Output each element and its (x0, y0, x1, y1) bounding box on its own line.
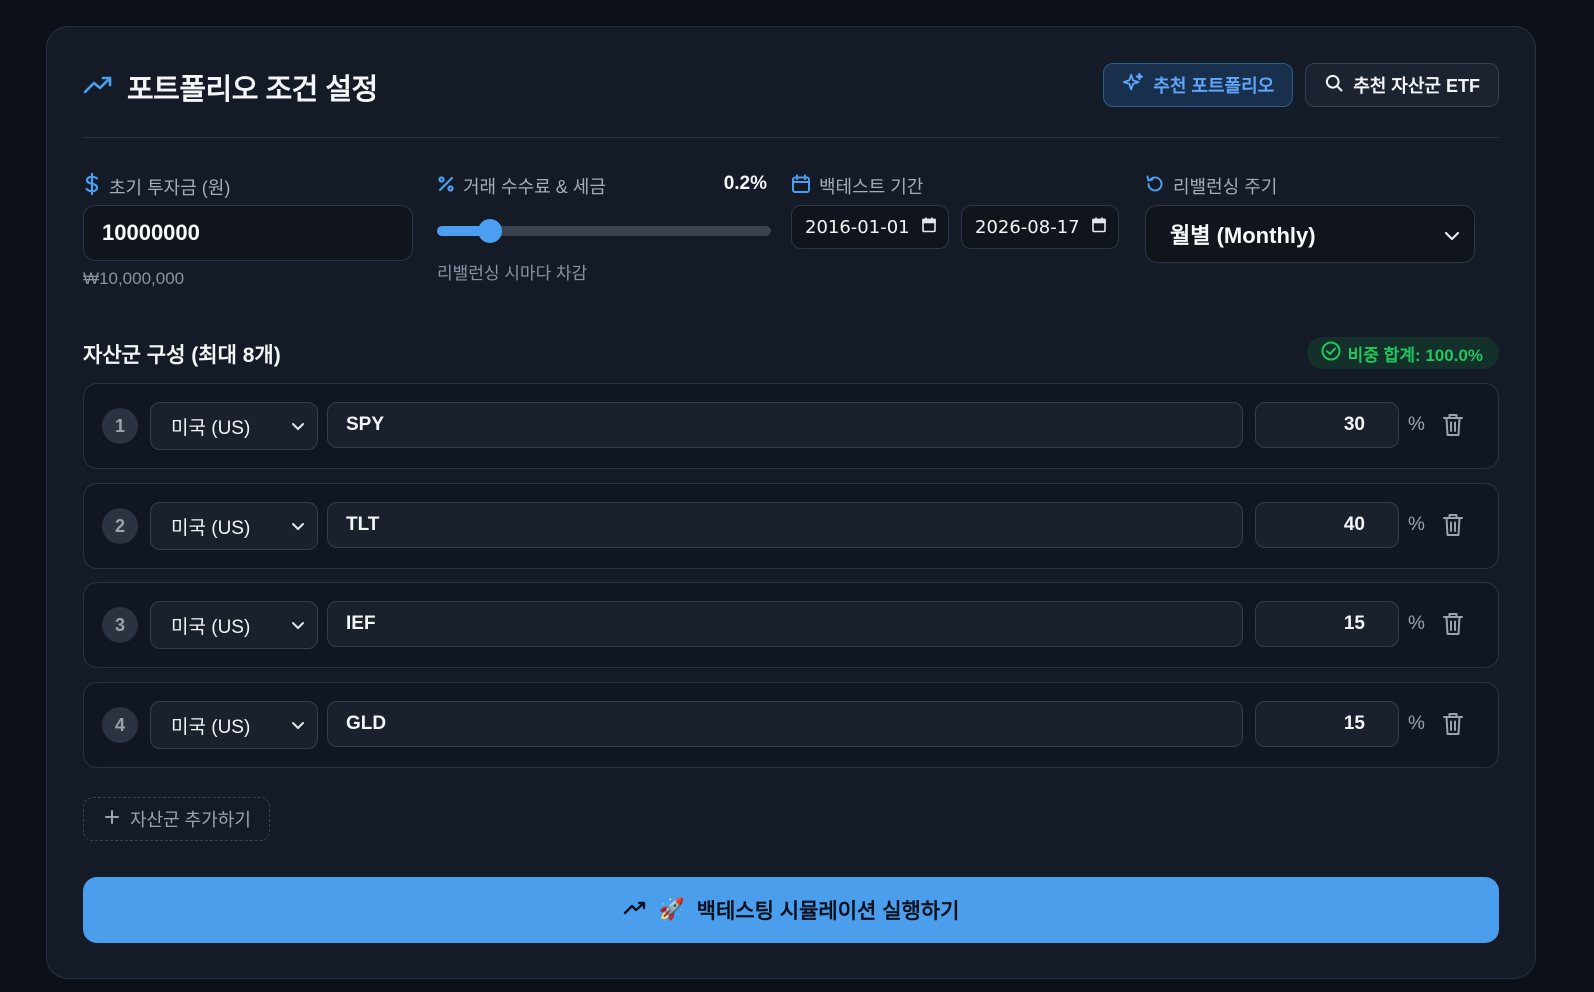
market-select[interactable]: 미국 (US) (150, 701, 318, 749)
trending-up-icon (83, 75, 113, 100)
weight-input[interactable]: 30 (1255, 402, 1399, 448)
trash-icon[interactable] (1442, 611, 1464, 642)
initial-investment-input[interactable]: 10000000 (83, 205, 413, 261)
weight-value: 15 (1343, 613, 1365, 634)
market-selected: 미국 (US) (171, 517, 251, 539)
asset-section-title: 자산군 구성 (최대 8개) (83, 344, 281, 367)
fee-label: 거래 수수료 & 세금 (437, 173, 606, 199)
backtest-period-label-text: 백테스트 기간 (819, 177, 924, 197)
start-date-input[interactable]: 2016-01-01 (791, 205, 949, 249)
fee-note: 리밸런싱 시마다 차감 (437, 264, 588, 283)
asset-index: 1 (102, 408, 138, 444)
weight-input[interactable]: 15 (1255, 601, 1399, 647)
asset-index: 3 (102, 607, 138, 643)
initial-investment-label-text: 초기 투자금 (원) (109, 177, 231, 198)
rebalancing-select[interactable]: 월별 (Monthly) (1145, 205, 1475, 263)
market-select[interactable]: 미국 (US) (150, 502, 318, 550)
run-backtest-button[interactable]: 🚀 백테스팅 시뮬레이션 실행하기 (83, 877, 1499, 943)
plus-icon (104, 809, 120, 830)
percent-sign: % (1408, 414, 1425, 435)
weight-sum-text: 비중 합계: 100.0% (1347, 345, 1483, 365)
asset-row: 1 미국 (US) SPY 30% (83, 383, 1499, 469)
rotate-icon (1145, 174, 1165, 199)
trash-icon[interactable] (1442, 412, 1464, 443)
ticker-input[interactable]: IEF (327, 601, 1243, 647)
market-select[interactable]: 미국 (US) (150, 402, 318, 450)
trash-icon[interactable] (1442, 711, 1464, 742)
weight-value: 40 (1343, 514, 1365, 535)
check-circle-icon (1321, 341, 1341, 366)
asset-row: 4 미국 (US) GLD 15% (83, 682, 1499, 768)
recommend-etf-button[interactable]: 추천 자산군 ETF (1305, 63, 1499, 107)
card-header: 포트폴리오 조건 설정 추천 포트폴리오 추천 자산군 ETF (83, 63, 1499, 123)
calendar-picker-icon[interactable] (922, 217, 936, 238)
search-icon (1324, 73, 1344, 98)
rebalancing-label: 리밸런싱 주기 (1145, 173, 1277, 199)
header-divider (83, 137, 1499, 138)
asset-row: 3 미국 (US) IEF 15% (83, 582, 1499, 668)
run-backtest-label: 백테스팅 시뮬레이션 실행하기 (696, 900, 960, 923)
trending-up-icon (623, 898, 647, 922)
rebalancing-label-text: 리밸런싱 주기 (1173, 177, 1278, 197)
recommend-etf-label: 추천 자산군 ETF (1353, 76, 1480, 96)
portfolio-settings-card: 포트폴리오 조건 설정 추천 포트폴리오 추천 자산군 ETF 초기 투자금 (… (46, 26, 1536, 979)
ticker-input[interactable]: SPY (327, 402, 1243, 448)
market-selected: 미국 (US) (171, 716, 251, 738)
market-select[interactable]: 미국 (US) (150, 601, 318, 649)
rebalancing-selected: 월별 (Monthly) (1170, 223, 1316, 248)
fee-slider[interactable] (437, 219, 771, 243)
recommend-portfolio-button[interactable]: 추천 포트폴리오 (1103, 63, 1294, 107)
weight-value: 30 (1343, 414, 1365, 435)
chevron-down-icon (291, 515, 305, 537)
header-actions: 추천 포트폴리오 추천 자산군 ETF (1103, 63, 1499, 107)
asset-row: 2 미국 (US) TLT 40% (83, 483, 1499, 569)
add-asset-button[interactable]: 자산군 추가하기 (83, 797, 270, 841)
chevron-down-icon (1444, 221, 1460, 247)
market-selected: 미국 (US) (171, 616, 251, 638)
trash-icon[interactable] (1442, 512, 1464, 543)
fee-slider-thumb[interactable] (478, 219, 503, 243)
weight-input[interactable]: 15 (1255, 701, 1399, 747)
start-date-value: 2016-01-01 (805, 216, 910, 238)
add-asset-label: 자산군 추가하기 (130, 810, 251, 830)
market-selected: 미국 (US) (171, 417, 251, 439)
percent-sign: % (1408, 713, 1425, 734)
asset-index: 4 (102, 707, 138, 743)
weight-input[interactable]: 40 (1255, 502, 1399, 548)
fee-value: 0.2% (723, 173, 767, 194)
end-date-value: 2026-08-17 (975, 216, 1080, 238)
ticker-input[interactable]: GLD (327, 701, 1243, 747)
ticker-value: TLT (346, 514, 380, 535)
chevron-down-icon (291, 714, 305, 736)
percent-icon (437, 175, 455, 198)
chevron-down-icon (291, 415, 305, 437)
calendar-icon (791, 174, 811, 199)
weight-value: 15 (1343, 713, 1365, 734)
end-date-input[interactable]: 2026-08-17 (961, 205, 1119, 249)
ticker-value: IEF (346, 613, 376, 634)
initial-investment-label: 초기 투자금 (원) (83, 172, 231, 200)
fee-label-text: 거래 수수료 & 세금 (463, 177, 606, 197)
recommend-portfolio-label: 추천 포트폴리오 (1153, 76, 1275, 96)
weight-sum-badge: 비중 합계: 100.0% (1306, 337, 1499, 369)
percent-sign: % (1408, 514, 1425, 535)
calendar-picker-icon[interactable] (1092, 217, 1106, 238)
backtest-period-label: 백테스트 기간 (791, 173, 923, 199)
initial-investment-value: 10000000 (102, 220, 200, 245)
asset-index: 2 (102, 508, 138, 544)
title-group: 포트폴리오 조건 설정 (83, 63, 378, 108)
ticker-value: GLD (346, 713, 387, 734)
dollar-icon (83, 172, 101, 200)
ticker-value: SPY (346, 414, 385, 435)
chevron-down-icon (291, 614, 305, 636)
page-title: 포트폴리오 조건 설정 (127, 74, 378, 106)
sparkles-icon (1122, 72, 1144, 99)
initial-investment-formatted: ₩10,000,000 (83, 269, 185, 288)
ticker-input[interactable]: TLT (327, 502, 1243, 548)
rocket-emoji: 🚀 (658, 898, 685, 921)
percent-sign: % (1408, 613, 1425, 634)
